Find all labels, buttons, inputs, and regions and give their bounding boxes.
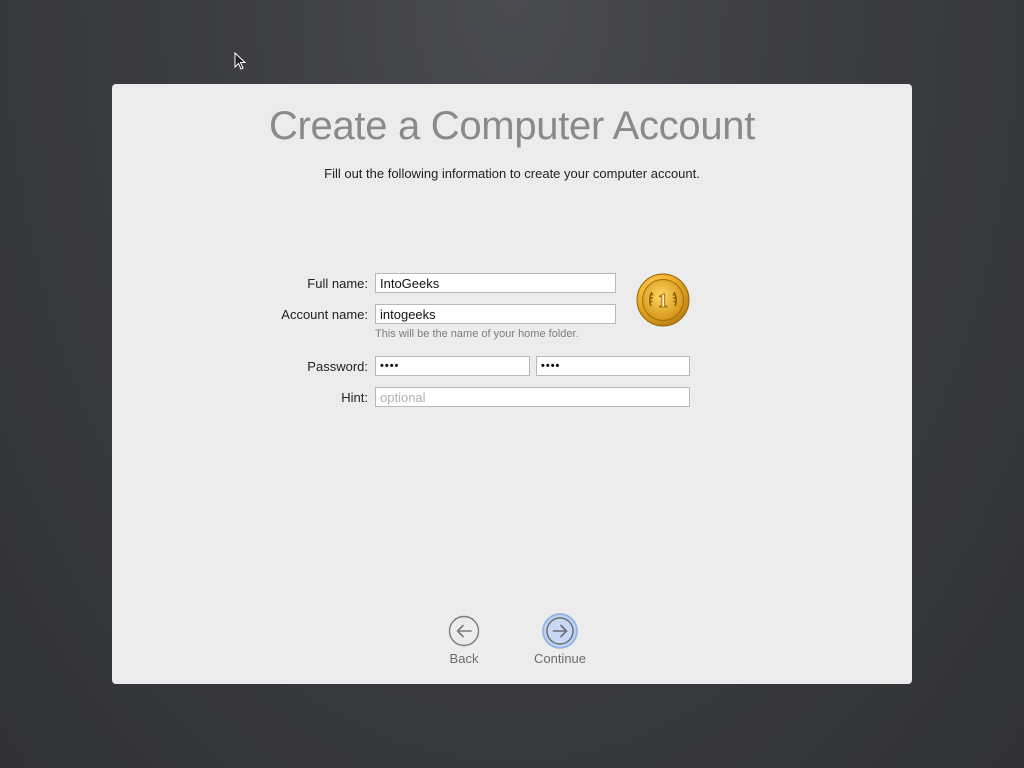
password-label: Password: bbox=[307, 359, 368, 374]
account-name-field[interactable] bbox=[375, 304, 616, 324]
back-label: Back bbox=[449, 651, 479, 666]
hint-label: Hint: bbox=[341, 390, 368, 405]
arrow-left-circle-icon bbox=[448, 615, 480, 647]
hint-field[interactable] bbox=[375, 387, 690, 407]
full-name-field[interactable] bbox=[375, 273, 616, 293]
medal-number: 1 bbox=[658, 290, 668, 312]
verify-password-field[interactable] bbox=[536, 356, 690, 376]
full-name-label: Full name: bbox=[307, 276, 368, 291]
password-field[interactable] bbox=[375, 356, 530, 376]
account-name-help-text: This will be the name of your home folde… bbox=[375, 328, 579, 340]
page-title: Create a Computer Account bbox=[268, 104, 756, 148]
arrow-right-circle-icon bbox=[542, 613, 578, 649]
account-name-label: Account name: bbox=[281, 307, 368, 322]
gold-medal-number-one-icon[interactable]: 1 bbox=[636, 273, 690, 327]
page-subtitle: Fill out the following information to cr… bbox=[324, 166, 700, 181]
continue-button[interactable]: Continue bbox=[524, 613, 596, 666]
back-button[interactable]: Back bbox=[439, 615, 489, 666]
mouse-pointer-icon bbox=[234, 52, 246, 70]
continue-label: Continue bbox=[533, 651, 587, 666]
